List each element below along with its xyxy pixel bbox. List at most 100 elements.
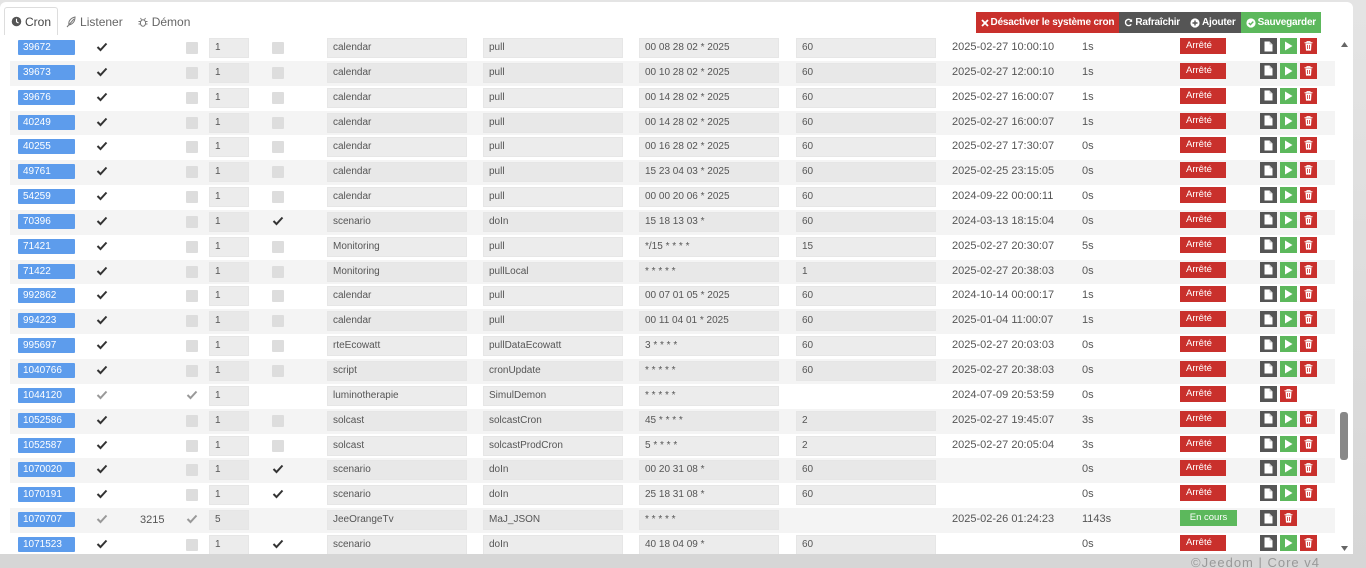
log-doc-button[interactable] <box>1260 236 1277 253</box>
function-input[interactable]: pull <box>483 311 623 332</box>
class-input[interactable]: calendar <box>327 286 467 307</box>
log-doc-button[interactable] <box>1260 261 1277 278</box>
run-button[interactable] <box>1280 410 1297 427</box>
delete-button[interactable] <box>1300 261 1317 278</box>
max-duration-input[interactable]: 60 <box>796 137 936 158</box>
timeout-input[interactable]: 1 <box>209 336 249 357</box>
function-input[interactable]: pull <box>483 236 623 257</box>
once-checkbox[interactable] <box>272 364 284 377</box>
once-checkbox[interactable] <box>272 116 284 129</box>
run-button[interactable] <box>1280 286 1297 303</box>
class-input[interactable]: scenario <box>327 211 467 232</box>
class-input[interactable]: luminotherapie <box>327 385 467 406</box>
function-input[interactable]: pullDataEcowatt <box>483 336 623 357</box>
cron-id-badge[interactable]: 39672 <box>18 40 75 55</box>
delete-button[interactable] <box>1300 360 1317 377</box>
once-check-icon[interactable] <box>272 216 284 228</box>
timeout-input[interactable]: 1 <box>209 137 249 158</box>
enable-check-icon[interactable] <box>96 539 108 551</box>
once-checkbox[interactable] <box>272 240 284 253</box>
timeout-input[interactable]: 1 <box>209 360 249 381</box>
log-doc-button[interactable] <box>1260 385 1277 402</box>
timeout-input[interactable]: 1 <box>209 112 249 133</box>
once-check-icon[interactable] <box>272 489 284 501</box>
run-button[interactable] <box>1280 435 1297 452</box>
log-doc-button[interactable] <box>1260 38 1277 54</box>
enable-check-icon[interactable] <box>96 241 108 253</box>
schedule-input[interactable]: 00 20 31 08 * <box>639 460 779 481</box>
enable-check-icon[interactable] <box>96 141 108 153</box>
cron-id-badge[interactable]: 70396 <box>18 213 75 229</box>
disable-cron-button[interactable]: Désactiver le système cron <box>975 12 1120 33</box>
delete-button[interactable] <box>1300 187 1317 204</box>
class-input[interactable]: calendar <box>327 87 467 108</box>
delete-button[interactable] <box>1300 211 1317 228</box>
delete-button[interactable] <box>1300 286 1317 303</box>
enable-check-icon[interactable] <box>96 315 108 327</box>
deamon-checkbox[interactable] <box>186 66 198 79</box>
refresh-button[interactable]: Rafraîchir <box>1119 12 1185 33</box>
run-button[interactable] <box>1280 534 1297 551</box>
cron-id-badge[interactable]: 1070191 <box>18 487 75 503</box>
class-input[interactable]: scenario <box>327 460 467 481</box>
max-duration-input[interactable]: 60 <box>796 211 936 232</box>
once-checkbox[interactable] <box>272 91 284 104</box>
max-duration-input[interactable]: 60 <box>796 87 936 108</box>
deamon-checkbox[interactable] <box>186 240 198 253</box>
max-duration-input[interactable]: 1 <box>796 261 936 282</box>
delete-button[interactable] <box>1280 510 1297 527</box>
log-doc-button[interactable] <box>1260 211 1277 228</box>
schedule-input[interactable]: 00 14 28 02 * 2025 <box>639 112 779 133</box>
delete-button[interactable] <box>1300 311 1317 328</box>
once-checkbox[interactable] <box>272 191 284 204</box>
run-button[interactable] <box>1280 38 1297 54</box>
max-duration-input[interactable]: 60 <box>796 38 936 58</box>
enable-check-icon[interactable] <box>96 266 108 278</box>
scrollbar-thumb[interactable] <box>1340 412 1348 460</box>
function-input[interactable]: pull <box>483 62 623 83</box>
schedule-input[interactable]: 25 18 31 08 * <box>639 485 779 506</box>
cron-id-badge[interactable]: 1071523 <box>18 536 75 552</box>
class-input[interactable]: scenario <box>327 485 467 506</box>
delete-button[interactable] <box>1300 87 1317 104</box>
enable-check-icon[interactable] <box>96 166 108 178</box>
once-check-icon[interactable] <box>272 464 284 476</box>
log-doc-button[interactable] <box>1260 460 1277 477</box>
log-doc-button[interactable] <box>1260 485 1277 502</box>
cron-id-badge[interactable]: 39673 <box>18 64 75 80</box>
log-doc-button[interactable] <box>1260 311 1277 328</box>
deamon-checkbox[interactable] <box>186 340 198 353</box>
schedule-input[interactable]: 00 14 28 02 * 2025 <box>639 87 779 108</box>
function-input[interactable]: pull <box>483 112 623 133</box>
enable-check-icon[interactable] <box>96 440 108 452</box>
log-doc-button[interactable] <box>1260 435 1277 452</box>
max-duration-input[interactable]: 60 <box>796 187 936 208</box>
max-duration-input[interactable]: 2 <box>796 410 936 431</box>
log-doc-button[interactable] <box>1260 286 1277 303</box>
run-button[interactable] <box>1280 336 1297 353</box>
run-button[interactable] <box>1280 236 1297 253</box>
timeout-input[interactable]: 1 <box>209 38 249 58</box>
deamon-checkbox[interactable] <box>186 439 198 452</box>
delete-button[interactable] <box>1300 236 1317 253</box>
delete-button[interactable] <box>1300 336 1317 353</box>
deamon-checkbox[interactable] <box>186 166 198 179</box>
max-duration-input[interactable]: 60 <box>796 534 936 554</box>
delete-button[interactable] <box>1300 534 1317 551</box>
function-input[interactable]: pullLocal <box>483 261 623 282</box>
max-duration-input[interactable]: 60 <box>796 112 936 133</box>
cron-id-badge[interactable]: 40255 <box>18 139 75 155</box>
log-doc-button[interactable] <box>1260 112 1277 129</box>
run-button[interactable] <box>1280 360 1297 377</box>
schedule-input[interactable]: * * * * * <box>639 261 779 282</box>
deamon-checkbox[interactable] <box>186 42 198 54</box>
function-input[interactable]: solcastCron <box>483 410 623 431</box>
timeout-input[interactable]: 1 <box>209 534 249 554</box>
schedule-input[interactable]: 00 00 20 06 * 2025 <box>639 187 779 208</box>
class-input[interactable]: calendar <box>327 187 467 208</box>
once-checkbox[interactable] <box>272 166 284 179</box>
class-input[interactable]: solcast <box>327 435 467 456</box>
enable-check-icon[interactable] <box>96 67 108 79</box>
once-checkbox[interactable] <box>272 42 284 54</box>
run-button[interactable] <box>1280 211 1297 228</box>
